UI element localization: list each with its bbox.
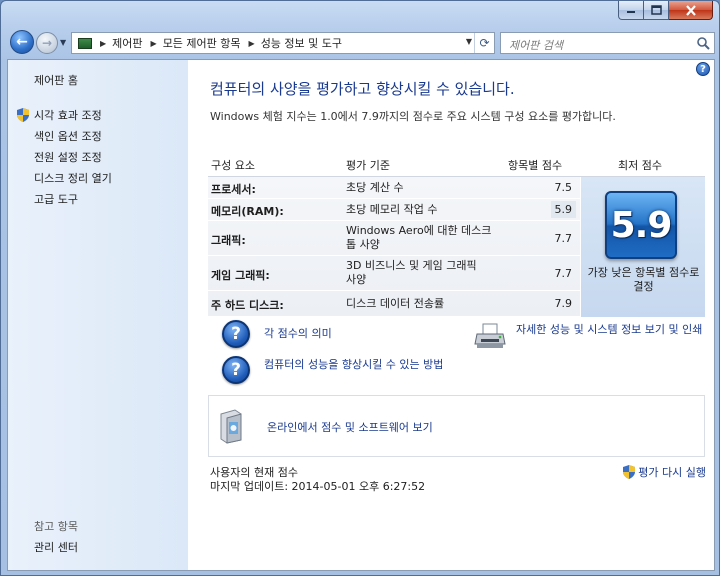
base-score-panel: 5.9 가장 낮은 항목별 점수로 결정 bbox=[580, 177, 705, 317]
sidebar-task-list: 시각 효과 조정 색인 옵션 조정 전원 설정 조정 디스크 정리 열기 고급 … bbox=[16, 104, 112, 209]
sidebar-item-label: 전원 설정 조정 bbox=[34, 150, 102, 164]
back-button[interactable]: ← bbox=[10, 30, 34, 54]
printer-icon bbox=[474, 323, 506, 348]
component-label: 주 하드 디스크: bbox=[211, 299, 284, 312]
table-header: 구성 요소 평가 기준 항목별 점수 최저 점수 bbox=[208, 153, 705, 177]
component-label: 메모리(RAM): bbox=[211, 205, 284, 218]
content-area: 제어판 홈 시각 효과 조정 색인 옵션 조정 전원 설정 조정 디스크 정리 … bbox=[7, 59, 715, 571]
header-subscore: 항목별 점수 bbox=[508, 159, 563, 172]
arrow-left-icon: ← bbox=[16, 34, 28, 50]
rerun-label[interactable]: 평가 다시 실행 bbox=[638, 464, 706, 480]
sidebar-item-indexing[interactable]: 색인 옵션 조정 bbox=[16, 125, 112, 146]
table-row-graphics: 그래픽: Windows Aero에 대한 데스크톱 사양 7.7 bbox=[208, 221, 580, 256]
online-box: 온라인에서 점수 및 소프트웨어 보기 bbox=[208, 395, 705, 457]
header-component: 구성 요소 bbox=[211, 159, 255, 172]
last-update-text: 마지막 업데이트: 2014-05-01 오후 6:27:52 bbox=[210, 480, 426, 493]
page-description: Windows 체험 지수는 1.0에서 7.9까지의 점수로 주요 시스템 구… bbox=[210, 110, 616, 123]
navigation-bar: ← → ▼ ▶ 제어판 ▶ 모든 제어판 항목 ▶ 성능 정보 및 도구 ▼ ⟳… bbox=[7, 29, 715, 57]
sidebar: 제어판 홈 시각 효과 조정 색인 옵션 조정 전원 설정 조정 디스크 정리 … bbox=[8, 60, 188, 570]
detailed-info-link[interactable]: 자세한 성능 및 시스템 정보 보기 및 인쇄 bbox=[474, 322, 706, 350]
minimize-button[interactable] bbox=[618, 1, 644, 20]
control-panel-icon bbox=[78, 37, 92, 49]
uac-shield-icon bbox=[17, 107, 29, 122]
component-label: 게임 그래픽: bbox=[211, 269, 270, 282]
base-score-value: 5.9 bbox=[610, 204, 673, 246]
sidebar-home-link[interactable]: 제어판 홈 bbox=[34, 72, 78, 88]
arrow-right-icon: → bbox=[41, 36, 53, 50]
caption-buttons bbox=[618, 1, 713, 20]
question-icon: ? bbox=[222, 356, 250, 384]
address-bar[interactable]: ▶ 제어판 ▶ 모든 제어판 항목 ▶ 성능 정보 및 도구 ▼ ⟳ bbox=[71, 32, 495, 54]
breadcrumb-separator-icon[interactable]: ▶ bbox=[100, 39, 106, 48]
component-label: 프로세서: bbox=[211, 183, 256, 196]
table-row-memory: 메모리(RAM): 초당 메모리 작업 수 5.9 bbox=[208, 199, 580, 221]
online-link[interactable]: 온라인에서 점수 및 소프트웨어 보기 bbox=[267, 419, 433, 435]
sidebar-item-advanced-tools[interactable]: 고급 도구 bbox=[16, 188, 112, 209]
help-icon[interactable]: ? bbox=[696, 62, 710, 76]
header-base-score: 최저 점수 bbox=[618, 159, 662, 172]
sidebar-item-label: 시각 효과 조정 bbox=[34, 108, 102, 122]
sidebar-item-action-center[interactable]: 관리 센터 bbox=[34, 539, 78, 555]
subscore-value: 7.9 bbox=[554, 297, 573, 310]
component-label: 그래픽: bbox=[211, 234, 246, 247]
refresh-icon: ⟳ bbox=[479, 36, 490, 50]
search-icon[interactable] bbox=[696, 36, 710, 50]
page-title: 컴퓨터의 사양을 평가하고 향상시킬 수 있습니다. bbox=[210, 80, 515, 98]
breadcrumb-item[interactable]: 성능 정보 및 도구 bbox=[261, 35, 342, 51]
search-input[interactable]: 제어판 검색 bbox=[500, 32, 715, 54]
header-criteria: 평가 기준 bbox=[346, 159, 390, 172]
search-placeholder: 제어판 검색 bbox=[509, 39, 564, 52]
sidebar-item-label: 디스크 정리 열기 bbox=[34, 171, 112, 185]
criteria-label: 초당 계산 수 bbox=[346, 181, 404, 194]
breadcrumb-item[interactable]: 모든 제어판 항목 bbox=[163, 35, 241, 51]
breadcrumb-separator-icon[interactable]: ▶ bbox=[151, 39, 157, 48]
sidebar-item-disk-cleanup[interactable]: 디스크 정리 열기 bbox=[16, 167, 112, 188]
improve-performance-link[interactable]: ? 컴퓨터의 성능을 향상시킬 수 있는 방법 bbox=[222, 356, 454, 384]
forward-button[interactable]: → bbox=[36, 32, 58, 54]
breadcrumb-separator-icon[interactable]: ▶ bbox=[249, 39, 255, 48]
maximize-icon bbox=[650, 5, 662, 15]
question-icon: ? bbox=[222, 320, 250, 348]
base-score-note: 가장 낮은 항목별 점수로 결정 bbox=[587, 266, 700, 293]
rerun-assessment-link[interactable]: 평가 다시 실행 bbox=[622, 464, 706, 480]
refresh-button[interactable]: ⟳ bbox=[474, 33, 494, 53]
table-row-processor: 프로세서: 초당 계산 수 7.5 bbox=[208, 177, 580, 199]
see-also-heading: 참고 항목 bbox=[34, 520, 78, 533]
score-meaning-link[interactable]: ? 각 점수의 의미 bbox=[222, 320, 454, 348]
criteria-label: 디스크 데이터 전송률 bbox=[346, 297, 445, 310]
maximize-button[interactable] bbox=[644, 1, 669, 20]
sidebar-item-label: 고급 도구 bbox=[34, 192, 78, 206]
uac-shield-icon bbox=[623, 465, 636, 479]
link-text[interactable]: 자세한 성능 및 시스템 정보 보기 및 인쇄 bbox=[516, 322, 706, 350]
table-rows: 프로세서: 초당 계산 수 7.5 메모리(RAM): 초당 메모리 작업 수 … bbox=[208, 177, 580, 317]
address-dropdown-icon[interactable]: ▼ bbox=[466, 37, 472, 46]
subscore-value: 7.5 bbox=[554, 181, 573, 194]
software-box-icon bbox=[220, 409, 242, 444]
subscore-value: 7.7 bbox=[554, 267, 573, 280]
close-icon bbox=[685, 4, 696, 16]
link-text[interactable]: 각 점수의 의미 bbox=[264, 320, 454, 341]
recent-pages-dropdown[interactable]: ▼ bbox=[60, 38, 66, 47]
window: ← → ▼ ▶ 제어판 ▶ 모든 제어판 항목 ▶ 성능 정보 및 도구 ▼ ⟳… bbox=[0, 0, 720, 576]
table-row-gaming-graphics: 게임 그래픽: 3D 비즈니스 및 게임 그래픽 사양 7.7 bbox=[208, 256, 580, 291]
subscore-value: 5.9 bbox=[550, 201, 576, 218]
close-button[interactable] bbox=[669, 1, 713, 20]
subscore-value: 7.7 bbox=[554, 232, 573, 245]
minimize-icon bbox=[627, 11, 635, 13]
criteria-label: 3D 비즈니스 및 게임 그래픽 사양 bbox=[346, 259, 477, 286]
criteria-label: 초당 메모리 작업 수 bbox=[346, 203, 438, 216]
table-row-hard-disk: 주 하드 디스크: 디스크 데이터 전송률 7.9 bbox=[208, 291, 580, 317]
base-score-badge: 5.9 bbox=[605, 191, 677, 259]
criteria-label: Windows Aero에 대한 데스크톱 사양 bbox=[346, 224, 492, 251]
sidebar-item-visual-effects[interactable]: 시각 효과 조정 bbox=[16, 104, 112, 125]
link-text[interactable]: 컴퓨터의 성능을 향상시킬 수 있는 방법 bbox=[264, 356, 454, 372]
sidebar-item-label: 색인 옵션 조정 bbox=[34, 129, 102, 143]
main-panel: ? 컴퓨터의 사양을 평가하고 향상시킬 수 있습니다. Windows 체험 … bbox=[188, 60, 714, 570]
score-table: 구성 요소 평가 기준 항목별 점수 최저 점수 프로세서: 초당 계산 수 7… bbox=[208, 153, 705, 317]
sidebar-item-power[interactable]: 전원 설정 조정 bbox=[16, 146, 112, 167]
breadcrumb-item[interactable]: 제어판 bbox=[112, 35, 142, 51]
